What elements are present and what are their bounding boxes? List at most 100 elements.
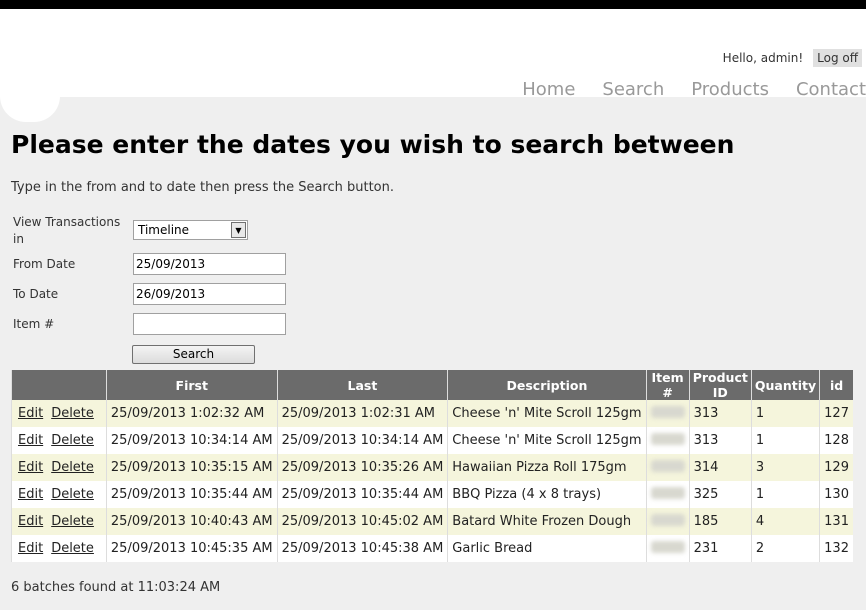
view-select[interactable]: Timeline ▼ (133, 220, 248, 240)
delete-link[interactable]: Delete (51, 406, 94, 421)
edit-link[interactable]: Edit (18, 406, 43, 421)
item-label: Item # (13, 317, 55, 331)
delete-link[interactable]: Delete (51, 460, 94, 475)
table-row: Edit Delete 25/09/2013 1:02:32 AM 25/09/201… (11, 400, 853, 427)
cell-product-id: 231 (688, 535, 752, 562)
from-date-label: From Date (13, 257, 76, 271)
header-description: Description (447, 370, 647, 400)
cell-product-id: 313 (688, 427, 752, 454)
cell-item-redacted (645, 427, 690, 454)
cell-id: 127 (819, 400, 853, 427)
cell-product-id: 185 (688, 508, 752, 535)
table-row: Edit Delete 25/09/2013 10:45:35 AM 25/09/20… (11, 535, 853, 562)
cell-id: 130 (819, 481, 853, 508)
cell-description: Cheese 'n' Mite Scroll 125gm (447, 400, 647, 427)
page-title: Please enter the dates you wish to searc… (11, 130, 735, 159)
cell-description: Cheese 'n' Mite Scroll 125gm (447, 427, 647, 454)
redacted-value (650, 459, 685, 472)
cell-last: 25/09/2013 10:35:44 AM (276, 481, 448, 508)
search-button[interactable]: Search (132, 345, 255, 364)
redacted-value (650, 405, 685, 418)
header-quantity: Quantity (750, 370, 820, 400)
view-transactions-label: View Transactions in (13, 214, 120, 248)
header-last: Last (276, 370, 448, 400)
table-row: Edit Delete 25/09/2013 10:35:44 AM 25/09/20… (11, 481, 853, 508)
cell-product-id: 314 (688, 454, 752, 481)
dropdown-arrow-icon[interactable]: ▼ (231, 222, 246, 238)
row-actions: Edit Delete (11, 454, 107, 481)
nav-contact[interactable]: Contact (796, 79, 866, 100)
nav-home[interactable]: Home (522, 79, 575, 100)
redacted-value (650, 432, 685, 445)
header-item: Item # (645, 370, 690, 400)
view-label-line-2: in (13, 232, 24, 246)
cell-item-redacted (645, 508, 690, 535)
redacted-value (650, 486, 685, 499)
table-row: Edit Delete 25/09/2013 10:34:14 AM 25/09/20… (11, 427, 853, 454)
edit-link[interactable]: Edit (18, 541, 43, 556)
cell-description: Hawaiian Pizza Roll 175gm (447, 454, 647, 481)
results-table: First Last Description Item # Product ID… (11, 370, 853, 562)
item-input[interactable] (133, 313, 286, 335)
intro-text: Type in the from and to date then press … (11, 180, 395, 195)
to-date-input[interactable] (133, 283, 286, 305)
cell-description: BBQ Pizza (4 x 8 trays) (447, 481, 647, 508)
nav-products[interactable]: Products (691, 79, 769, 100)
cell-product-id: 325 (688, 481, 752, 508)
table-row: Edit Delete 25/09/2013 10:35:15 AM 25/09/20… (11, 454, 853, 481)
cell-item-redacted (645, 454, 690, 481)
view-label-line-1: View Transactions (13, 215, 121, 229)
from-date-input[interactable] (133, 253, 286, 275)
logoff-link[interactable]: Log off (813, 49, 862, 67)
cell-first: 25/09/2013 1:02:32 AM (105, 400, 278, 427)
cell-first: 25/09/2013 10:35:44 AM (105, 481, 278, 508)
cell-id: 132 (819, 535, 853, 562)
redacted-value (650, 513, 685, 526)
row-actions: Edit Delete (11, 535, 107, 562)
cell-first: 25/09/2013 10:34:14 AM (105, 427, 278, 454)
cell-first: 25/09/2013 10:35:15 AM (105, 454, 278, 481)
header-decoration (0, 96, 60, 122)
row-actions: Edit Delete (11, 427, 107, 454)
cell-item-redacted (645, 400, 690, 427)
table-row: Edit Delete 25/09/2013 10:40:43 AM 25/09/20… (11, 508, 853, 535)
nav-search[interactable]: Search (602, 79, 664, 100)
cell-last: 25/09/2013 10:34:14 AM (276, 427, 448, 454)
cell-first: 25/09/2013 10:45:35 AM (105, 535, 278, 562)
row-actions: Edit Delete (11, 400, 107, 427)
hello-text: Hello, admin! (722, 51, 804, 65)
cell-last: 25/09/2013 1:02:31 AM (276, 400, 448, 427)
cell-quantity: 1 (750, 427, 820, 454)
delete-link[interactable]: Delete (51, 541, 94, 556)
delete-link[interactable]: Delete (51, 433, 94, 448)
view-select-value: Timeline (138, 223, 190, 237)
cell-first: 25/09/2013 10:40:43 AM (105, 508, 278, 535)
cell-id: 131 (819, 508, 853, 535)
header-actions (11, 370, 107, 400)
row-actions: Edit Delete (11, 508, 107, 535)
results-status: 6 batches found at 11:03:24 AM (11, 580, 221, 595)
cell-last: 25/09/2013 10:45:02 AM (276, 508, 448, 535)
cell-last: 25/09/2013 10:35:26 AM (276, 454, 448, 481)
cell-quantity: 1 (750, 400, 820, 427)
delete-link[interactable]: Delete (51, 487, 94, 502)
cell-id: 128 (819, 427, 853, 454)
header-first: First (105, 370, 278, 400)
cell-id: 129 (819, 454, 853, 481)
cell-item-redacted (645, 481, 690, 508)
login-display: Hello, admin! Log off (723, 49, 862, 67)
main-nav: Home Search Products Contact (495, 79, 866, 100)
header-id: id (819, 370, 853, 400)
cell-description: Garlic Bread (447, 535, 647, 562)
edit-link[interactable]: Edit (18, 433, 43, 448)
cell-quantity: 2 (750, 535, 820, 562)
cell-quantity: 3 (750, 454, 820, 481)
cell-last: 25/09/2013 10:45:38 AM (276, 535, 448, 562)
edit-link[interactable]: Edit (18, 514, 43, 529)
delete-link[interactable]: Delete (51, 514, 94, 529)
top-black-bar (0, 0, 866, 9)
to-date-label: To Date (13, 287, 59, 301)
edit-link[interactable]: Edit (18, 487, 43, 502)
edit-link[interactable]: Edit (18, 460, 43, 475)
cell-product-id: 313 (688, 400, 752, 427)
